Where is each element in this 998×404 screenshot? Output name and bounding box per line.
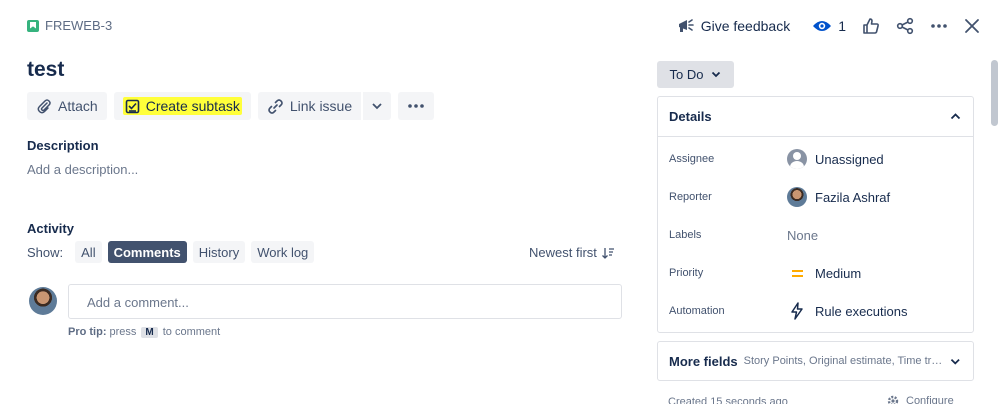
thumbs-up-icon xyxy=(863,18,879,34)
filter-history[interactable]: History xyxy=(192,241,246,263)
field-label: Priority xyxy=(669,267,704,279)
pro-tip-rest: to comment xyxy=(162,326,221,338)
field-assignee: Assignee Unassigned xyxy=(669,145,964,173)
user-avatar xyxy=(787,187,807,207)
link-issue-button[interactable]: Link issue xyxy=(257,92,362,120)
more-fields-heading: More fields xyxy=(669,353,738,369)
pro-tip-key: M xyxy=(141,326,158,338)
issue-title[interactable]: test xyxy=(27,58,64,82)
activity-heading: Activity xyxy=(27,221,74,236)
field-label: Reporter xyxy=(669,191,712,203)
filter-all[interactable]: All xyxy=(75,241,102,263)
link-issue-split-button: Link issue xyxy=(257,92,392,120)
configure-label: Configure xyxy=(906,395,954,404)
assignee-name: Unassigned xyxy=(815,151,884,167)
filter-work-log[interactable]: Work log xyxy=(251,241,315,263)
current-user-avatar xyxy=(29,287,57,315)
reporter-value[interactable]: Fazila Ashraf xyxy=(787,187,890,207)
filter-comments[interactable]: Comments xyxy=(107,241,187,263)
show-label: Show: xyxy=(27,244,64,260)
story-icon xyxy=(27,19,39,32)
priority-medium-icon xyxy=(787,267,807,279)
description-heading: Description xyxy=(27,138,99,153)
chevron-down-icon xyxy=(372,103,382,110)
watch-button[interactable]: 1 xyxy=(804,12,854,40)
field-label: Labels xyxy=(669,229,702,241)
details-heading: Details xyxy=(669,109,712,124)
configure-button[interactable]: Configure xyxy=(886,394,954,404)
scrollbar[interactable] xyxy=(991,60,998,126)
reporter-name: Fazila Ashraf xyxy=(815,189,891,205)
give-feedback-button[interactable]: Give feedback xyxy=(669,12,799,40)
field-label: Assignee xyxy=(669,153,715,165)
give-feedback-label: Give feedback xyxy=(700,18,791,34)
pro-tip: Pro tip: press M to comment xyxy=(68,326,220,338)
details-panel: Details Assignee Unassigned Reporter Faz… xyxy=(657,96,974,333)
more-icon xyxy=(408,104,424,108)
create-subtask-label: Create subtask xyxy=(145,98,240,114)
priority-name: Medium xyxy=(815,265,862,281)
assignee-value[interactable]: Unassigned xyxy=(787,149,884,169)
sort-order-button[interactable]: Newest first xyxy=(529,245,615,260)
issue-actions-bar: Give feedback 1 xyxy=(669,12,988,40)
labels-value[interactable]: None xyxy=(787,228,818,243)
vote-button[interactable] xyxy=(854,12,888,40)
pro-tip-press: press xyxy=(109,326,137,338)
chevron-up-icon xyxy=(950,113,961,120)
field-label: Automation xyxy=(669,305,725,317)
details-header[interactable]: Details xyxy=(658,97,973,137)
eye-icon xyxy=(813,21,832,31)
watchers-count: 1 xyxy=(838,18,846,34)
gear-icon xyxy=(887,395,899,404)
field-reporter: Reporter Fazila Ashraf xyxy=(669,183,964,211)
more-fields-summary: Story Points, Original estimate, Time tr… xyxy=(743,355,945,367)
description-field[interactable]: Add a description... xyxy=(27,162,138,177)
sort-icon xyxy=(601,247,614,259)
toolbar-more-button[interactable] xyxy=(398,92,435,120)
issue-key-breadcrumb[interactable]: FREWEB-3 xyxy=(27,18,112,33)
close-button[interactable] xyxy=(956,12,988,40)
activity-filter-bar: Show: All Comments History Work log xyxy=(27,241,315,263)
field-priority: Priority Medium xyxy=(669,259,964,287)
share-icon xyxy=(896,17,914,35)
priority-value[interactable]: Medium xyxy=(787,266,861,281)
automation-value[interactable]: Rule executions xyxy=(787,302,908,320)
subtask-icon xyxy=(125,99,140,113)
create-subtask-button[interactable]: Create subtask xyxy=(113,92,251,120)
paperclip-icon xyxy=(37,99,51,114)
chevron-down-icon xyxy=(951,358,961,365)
pro-tip-bold: Pro tip: xyxy=(68,326,107,338)
status-label: To Do xyxy=(669,67,704,82)
field-automation: Automation Rule executions xyxy=(669,297,964,325)
attach-button[interactable]: Attach xyxy=(27,92,107,120)
chevron-down-icon xyxy=(712,71,721,78)
attach-label: Attach xyxy=(58,98,98,114)
share-button[interactable] xyxy=(888,12,922,40)
link-icon xyxy=(268,98,283,114)
link-issue-label: Link issue xyxy=(289,98,353,114)
more-actions-button[interactable] xyxy=(922,12,956,40)
created-timestamp: Created 15 seconds ago xyxy=(668,396,788,404)
automation-label: Rule executions xyxy=(815,303,908,319)
more-icon xyxy=(931,24,947,28)
comment-input[interactable]: Add a comment... xyxy=(68,284,622,319)
megaphone-icon xyxy=(678,19,694,32)
link-issue-dropdown-button[interactable] xyxy=(363,92,392,120)
field-labels: Labels None xyxy=(669,221,964,249)
issue-toolbar: Attach Create subtask Link issue xyxy=(27,92,435,120)
issue-key-label: FREWEB-3 xyxy=(45,18,113,33)
close-icon xyxy=(965,19,979,33)
status-dropdown[interactable]: To Do xyxy=(657,61,734,88)
sort-label: Newest first xyxy=(529,245,597,260)
lightning-icon xyxy=(791,302,803,320)
unassigned-avatar-icon xyxy=(787,149,807,169)
more-fields-section[interactable]: More fields Story Points, Original estim… xyxy=(657,341,974,381)
